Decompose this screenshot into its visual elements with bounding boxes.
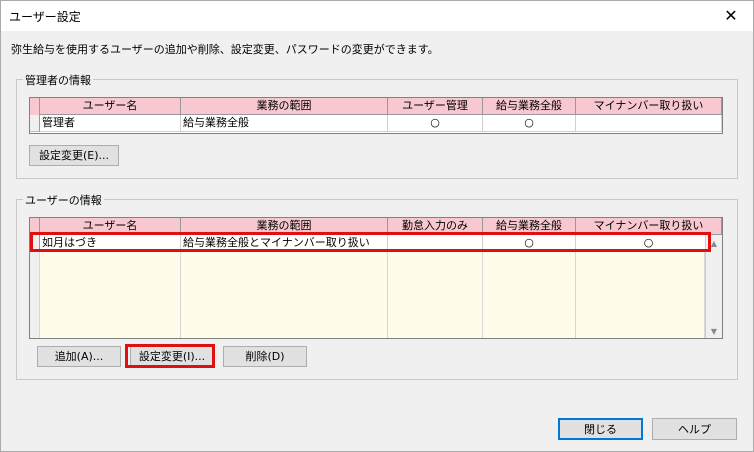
admin-mynumber-cell — [576, 115, 722, 132]
empty-rows-area — [30, 252, 705, 338]
admin-col-payroll[interactable]: 給与業務全般 — [483, 98, 576, 115]
admin-table: ユーザー名 業務の範囲 ユーザー管理 給与業務全般 マイナンバー取り扱い 管理者… — [29, 97, 723, 134]
empty-column — [181, 252, 388, 338]
user-mynumber-cell: ○ — [576, 235, 722, 252]
add-user-button[interactable]: 追加(A)... — [37, 346, 121, 367]
user-col-mynumber[interactable]: マイナンバー取り扱い — [576, 218, 722, 235]
user-attendance-cell — [388, 235, 483, 252]
admin-info-group: 管理者の情報 ユーザー名 業務の範囲 ユーザー管理 給与業務全般 マイナンバー取… — [16, 72, 738, 179]
empty-column — [483, 252, 576, 338]
user-group-label: ユーザーの情報 — [23, 192, 104, 208]
window-title: ユーザー設定 — [9, 10, 81, 24]
row-selector[interactable] — [30, 115, 40, 132]
user-table: ユーザー名 業務の範囲 勤怠入力のみ 給与業務全般 マイナンバー取り扱い 如月は… — [29, 217, 723, 339]
user-col-username[interactable]: ユーザー名 — [40, 218, 181, 235]
delete-user-button[interactable]: 削除(D) — [223, 346, 307, 367]
admin-settings-button[interactable]: 設定変更(E)... — [29, 145, 119, 166]
admin-user-admin-cell: ○ — [388, 115, 483, 132]
user-col-scope[interactable]: 業務の範囲 — [181, 218, 388, 235]
row-header-corner — [30, 218, 40, 235]
close-button[interactable]: 閉じる — [558, 418, 643, 440]
empty-column — [576, 252, 705, 338]
admin-col-mynumber[interactable]: マイナンバー取り扱い — [576, 98, 722, 115]
empty-column — [40, 252, 181, 338]
help-button[interactable]: ヘルプ — [652, 418, 737, 440]
close-window-button[interactable]: ✕ — [708, 0, 754, 31]
admin-col-username[interactable]: ユーザー名 — [40, 98, 181, 115]
admin-payroll-cell: ○ — [483, 115, 576, 132]
user-table-header: ユーザー名 業務の範囲 勤怠入力のみ 給与業務全般 マイナンバー取り扱い — [30, 218, 722, 235]
close-icon: ✕ — [724, 6, 738, 25]
title-bar: ユーザー設定 ✕ — [0, 0, 754, 31]
user-name-cell: 如月はづき — [40, 235, 181, 252]
user-payroll-cell: ○ — [483, 235, 576, 252]
admin-col-user-admin[interactable]: ユーザー管理 — [388, 98, 483, 115]
admin-table-header: ユーザー名 業務の範囲 ユーザー管理 給与業務全般 マイナンバー取り扱い — [30, 98, 722, 115]
row-header-corner — [30, 98, 40, 115]
admin-col-scope[interactable]: 業務の範囲 — [181, 98, 388, 115]
empty-row-header — [30, 252, 40, 338]
description-text: 弥生給与を使用するユーザーの追加や削除、設定変更、パスワードの変更ができます。 — [11, 43, 439, 56]
user-col-attendance[interactable]: 勤怠入力のみ — [388, 218, 483, 235]
scroll-down-icon[interactable]: ▼ — [706, 323, 722, 338]
vertical-scrollbar[interactable]: ▲ ▼ — [705, 235, 722, 338]
user-settings-button[interactable]: 設定変更(I)... — [130, 346, 214, 367]
table-row[interactable]: 管理者 給与業務全般 ○ ○ — [30, 115, 722, 132]
row-selector[interactable] — [30, 235, 40, 252]
empty-column — [388, 252, 483, 338]
scroll-up-icon[interactable]: ▲ — [706, 235, 722, 251]
user-col-payroll[interactable]: 給与業務全般 — [483, 218, 576, 235]
table-row[interactable]: 如月はづき 給与業務全般とマイナンバー取り扱い ○ ○ — [30, 235, 722, 252]
admin-name-cell: 管理者 — [40, 115, 181, 132]
admin-group-label: 管理者の情報 — [23, 72, 93, 88]
user-info-group: ユーザーの情報 ユーザー名 業務の範囲 勤怠入力のみ 給与業務全般 マイナンバー… — [16, 192, 738, 380]
user-scope-cell: 給与業務全般とマイナンバー取り扱い — [181, 235, 388, 252]
admin-scope-cell: 給与業務全般 — [181, 115, 388, 132]
